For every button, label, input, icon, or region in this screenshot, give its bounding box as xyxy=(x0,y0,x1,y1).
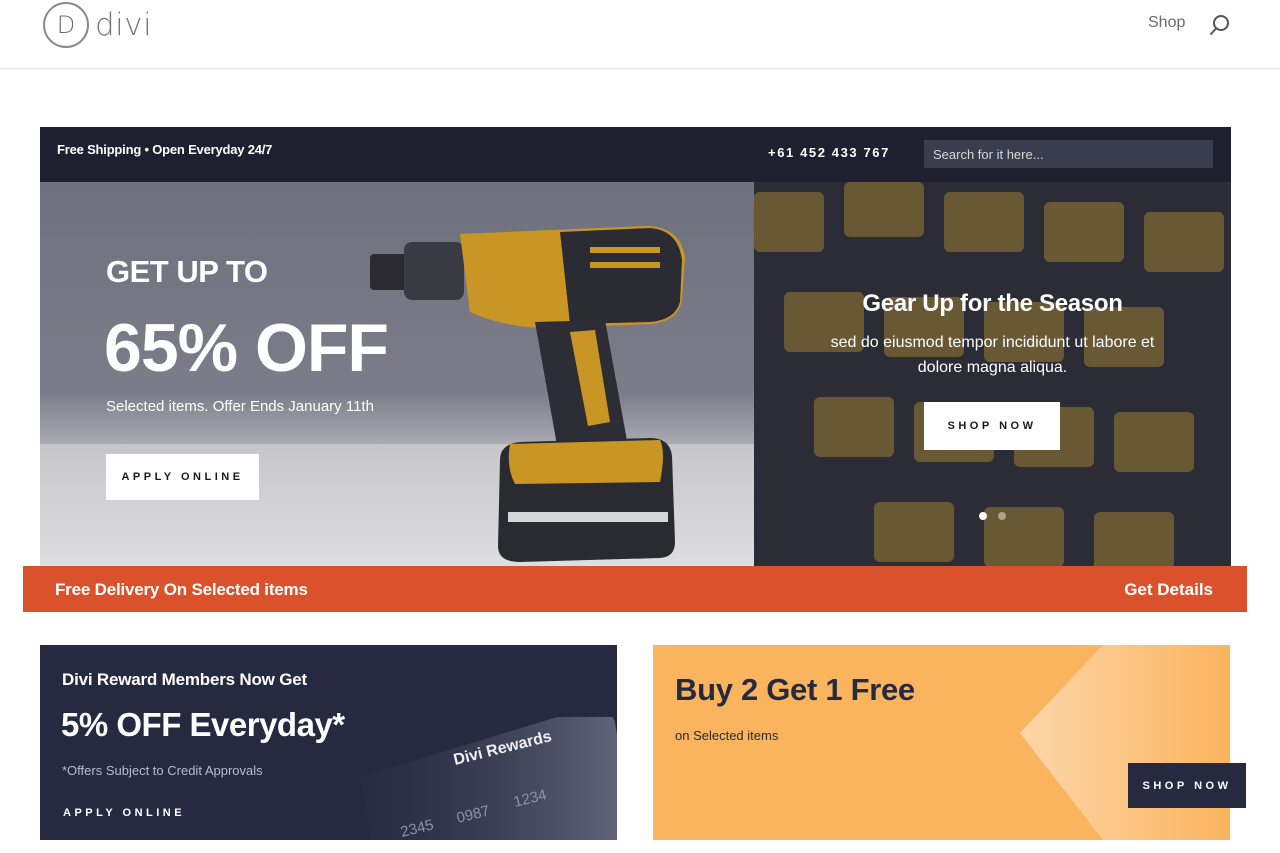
reward-heading: Divi Reward Members Now Get xyxy=(62,670,307,689)
hero-slider: Gear Up for the Season sed do eiusmod te… xyxy=(754,182,1231,566)
site-header: D divi Shop xyxy=(0,0,1280,69)
slider-dot-1[interactable] xyxy=(979,512,987,520)
search-input[interactable] xyxy=(924,140,1213,168)
reward-note: *Offers Subject to Credit Approvals xyxy=(62,763,263,778)
hero-title-big: 65% OFF xyxy=(104,310,389,386)
reward-apply-button[interactable]: APPLY ONLINE xyxy=(63,807,185,819)
promo-subtitle: on Selected items xyxy=(675,728,779,743)
shipping-info: Free Shipping • Open Everyday 24/7 xyxy=(57,142,273,157)
logo-mark: D xyxy=(43,2,89,48)
hero-subtitle: Selected items. Offer Ends January 11th xyxy=(106,398,374,415)
search-icon[interactable] xyxy=(1209,14,1231,36)
logo-text: divi xyxy=(95,7,153,43)
hero-title-small: GET UP TO xyxy=(106,254,268,289)
reward-offer: 5% OFF Everyday* xyxy=(61,706,345,743)
slider-dot-2[interactable] xyxy=(998,512,1006,520)
delivery-text: Free Delivery On Selected items xyxy=(55,580,308,599)
shop-now-button[interactable]: SHOP NOW xyxy=(924,402,1060,450)
promo-title: Buy 2 Get 1 Free xyxy=(675,672,915,707)
drill-image xyxy=(370,226,685,562)
phone-number[interactable]: +61 452 433 767 xyxy=(768,145,890,160)
reward-banner: Divi Rewards 2345 0987 1234 Divi Reward … xyxy=(40,645,617,840)
delivery-bar: Free Delivery On Selected items Get Deta… xyxy=(23,566,1247,612)
slide-title: Gear Up for the Season xyxy=(862,290,1123,317)
hero-sale-banner: GET UP TO 65% OFF Selected items. Offer … xyxy=(40,182,754,566)
reward-card-image: Divi Rewards 2345 0987 1234 xyxy=(360,717,617,840)
nav-shop-link[interactable]: Shop xyxy=(1148,14,1185,32)
slide-description: sed do eiusmod tempor incididunt ut labo… xyxy=(830,334,1155,376)
promo-banner: Buy 2 Get 1 Free on Selected items xyxy=(653,645,1230,840)
logo[interactable]: D divi xyxy=(43,1,152,49)
apply-online-button[interactable]: APPLY ONLINE xyxy=(106,454,259,500)
top-info-bar: Free Shipping • Open Everyday 24/7 +61 4… xyxy=(40,127,1231,182)
get-details-link[interactable]: Get Details xyxy=(1124,580,1213,600)
promo-shop-now-button[interactable]: SHOP NOW xyxy=(1128,763,1246,808)
